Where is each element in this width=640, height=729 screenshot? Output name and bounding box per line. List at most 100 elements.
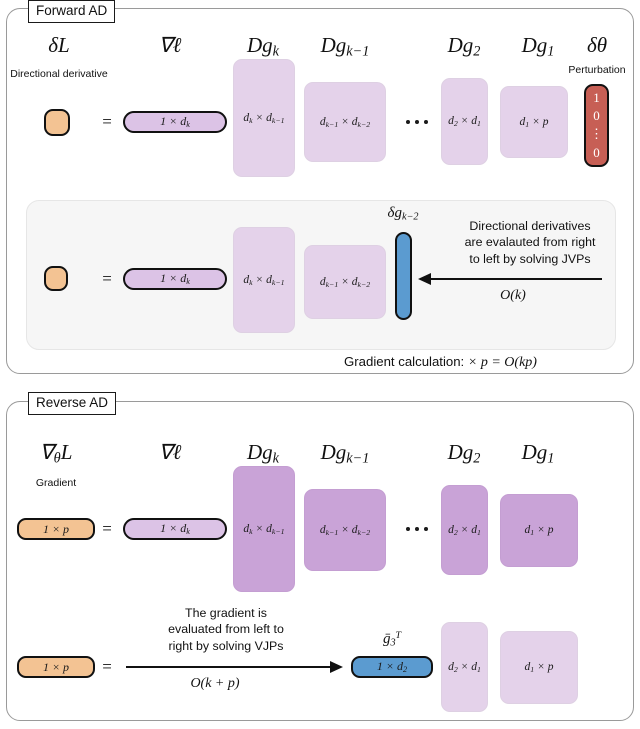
forward-jvp-complexity-text: O(k): [500, 288, 526, 303]
reverse-row2-gradient-box: 1 × p: [17, 656, 95, 678]
reverse-col-head-dgk: Dgk: [247, 440, 279, 468]
dot-2: [415, 527, 419, 531]
forward-col-head-dgk1: Dgk−1: [321, 33, 370, 61]
forward-matrix-dg2: d2 × d1: [441, 78, 488, 165]
forward-col-head-dg1: Dg1: [522, 33, 555, 61]
reverse-vjp-vector-text: 1 × d2: [376, 659, 408, 675]
reverse-col-head-dgk1-text: Dgk−1: [320, 440, 370, 467]
dot-2: [415, 120, 419, 124]
reverse-col-head-dgk-text: Dgk: [246, 440, 280, 467]
reverse-matrix-dg1-text: d1 × p: [524, 524, 554, 537]
reverse-grad-row-vector-text: 1 × dk: [160, 521, 190, 537]
reverse-row2-matrix-dg1: d1 × p: [500, 631, 578, 704]
forward-jvp-complexity: O(k): [500, 288, 526, 304]
forward-row2-grad-row-vector-text: 1 × dk: [160, 271, 190, 287]
forward-jvp-note: Directional derivatives are evalauted fr…: [464, 219, 596, 266]
forward-row2-matrix-dgk1-text: dk−1 × dk−2: [319, 275, 371, 289]
reverse-row2-matrix-dg1-text: d1 × p: [524, 661, 554, 674]
forward-grad-row-vector: 1 × dk: [123, 111, 227, 133]
forward-footer-expression: × p = O(kp): [467, 355, 537, 370]
reverse-col-head-dgk1: Dgk−1: [321, 440, 370, 468]
reverse-ad-tab-label: Reverse AD: [28, 392, 117, 415]
forward-delta-L-box: [44, 109, 70, 136]
reverse-row2-equals: =: [102, 657, 112, 676]
reverse-matrix-dgk: dk × dk−1: [233, 466, 295, 592]
forward-row1-equals: =: [102, 112, 112, 131]
perturbation-entry-2: ⋮: [590, 126, 603, 142]
reverse-matrix-dgk1-text: dk−1 × dk−2: [319, 523, 371, 537]
perturbation-entry-3: 0: [593, 144, 600, 160]
forward-matrix-dgk1-text: dk−1 × dk−2: [319, 115, 371, 129]
reverse-vjp-vector-label-text: ḡ3T: [382, 630, 402, 649]
forward-jvp-vector-label: δgk−2: [388, 205, 419, 223]
delta-L-symbol: δL: [48, 33, 70, 57]
forward-row2-grad-row-vector: 1 × dk: [123, 268, 227, 290]
dot-1: [406, 120, 410, 124]
forward-col-head-dg1-text: Dg1: [521, 33, 555, 60]
reverse-matrix-dg2: d2 × d1: [441, 485, 488, 575]
reverse-matrix-dg2-text: d2 × d1: [448, 523, 481, 537]
reverse-vjp-arrow-head: [330, 660, 343, 673]
forward-matrix-dg1-text: d1 × p: [519, 115, 549, 129]
reverse-vjp-arrow-line: [126, 666, 334, 668]
forward-row2-equals: =: [102, 269, 112, 288]
reverse-col-head-dg1: Dg1: [522, 440, 555, 468]
reverse-ellipsis: [406, 527, 428, 531]
reverse-vjp-note: The gradient is evaluated from left to r…: [168, 606, 284, 653]
reverse-grad-row-vector: 1 × dk: [123, 518, 227, 540]
forward-row2-matrix-dgk-text: dk × dk−1: [243, 273, 285, 287]
forward-matrix-dg1: d1 × p: [500, 86, 568, 158]
reverse-lhs-sublabel: Gradient: [35, 477, 77, 489]
forward-perturbation-vector: 1 0 ⋮ 0: [584, 84, 609, 167]
reverse-vjp-vector: 1 × d2: [351, 656, 433, 678]
forward-col-head-dg2-text: Dg2: [447, 33, 481, 60]
forward-grad-label: ∇ℓ: [159, 33, 182, 58]
reverse-row1-equals: =: [102, 519, 112, 538]
forward-lhs-sublabel: Directional derivative: [10, 68, 108, 80]
forward-col-head-dg2: Dg2: [448, 33, 481, 61]
forward-col-head-dgk: Dgk: [247, 33, 279, 61]
forward-footer-caption-text: Gradient calculation:: [344, 354, 465, 369]
forward-matrix-dg2-text: d2 × d1: [448, 115, 481, 128]
reverse-matrix-dgk1: dk−1 × dk−2: [304, 489, 386, 571]
reverse-vjp-vector-label: ḡ3T: [383, 630, 401, 648]
reverse-gradient-box-text: 1 × p: [42, 521, 70, 536]
forward-matrix-dgk1: dk−1 × dk−2: [304, 82, 386, 162]
reverse-col-head-dg1-text: Dg1: [521, 440, 555, 467]
forward-ad-tab-label: Forward AD: [28, 0, 116, 23]
nabla-ell-symbol: ∇ℓ: [158, 33, 182, 57]
forward-perturbation-label: δθ: [587, 33, 607, 58]
reverse-matrix-dgk-text: dk × dk−1: [243, 522, 285, 536]
forward-col-head-dgk-text: Dgk: [246, 33, 280, 60]
reverse-col-head-dg2: Dg2: [448, 440, 481, 468]
forward-matrix-dgk-text: dk × dk−1: [243, 111, 285, 125]
reverse-matrix-dg1: d1 × p: [500, 494, 578, 567]
forward-row2-delta-L-box: [44, 266, 68, 291]
nabla-theta-L-symbol: ∇θL: [39, 440, 73, 467]
delta-theta-symbol: δθ: [586, 33, 608, 57]
forward-footer-caption: Gradient calculation: × p = O(kp): [344, 354, 537, 371]
forward-lhs-label: δL: [48, 33, 69, 58]
forward-row2-matrix-dgk: dk × dk−1: [233, 227, 295, 333]
perturbation-entry-1: 0: [593, 108, 600, 124]
reverse-col-head-dg2-text: Dg2: [447, 440, 481, 467]
reverse-row2-matrix-dg2-text: d2 × d1: [448, 660, 481, 674]
reverse-grad-label: ∇ℓ: [159, 440, 182, 465]
reverse-row2-matrix-dg2: d2 × d1: [441, 622, 488, 712]
forward-matrix-dgk: dk × dk−1: [233, 59, 295, 177]
perturbation-entry-0: 1: [593, 89, 600, 105]
forward-jvp-vector: [395, 232, 412, 320]
dot-1: [406, 527, 410, 531]
forward-jvp-vector-label-text: δgk−2: [387, 205, 419, 223]
forward-jvp-arrow-head: [418, 272, 431, 285]
forward-perturbation-sublabel: Perturbation: [568, 64, 626, 76]
forward-jvp-arrow-line: [430, 278, 602, 280]
reverse-lhs-label: ∇θL: [40, 440, 73, 468]
reverse-gradient-box: 1 × p: [17, 518, 95, 540]
reverse-row2-gradient-box-text: 1 × p: [42, 659, 70, 674]
reverse-vjp-complexity-text: O(k + p): [190, 676, 240, 691]
reverse-vjp-complexity: O(k + p): [190, 676, 239, 692]
dot-3: [424, 527, 428, 531]
forward-row2-matrix-dgk1: dk−1 × dk−2: [304, 245, 386, 319]
dot-3: [424, 120, 428, 124]
